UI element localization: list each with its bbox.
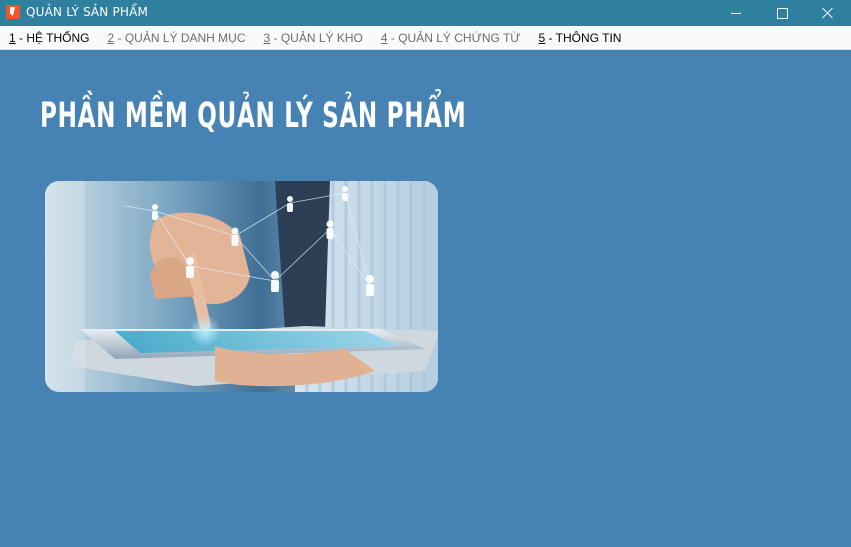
- page-heading: PHẦN MỀM QUẢN LÝ SẢN PHẨM: [40, 96, 467, 136]
- menu-quan-ly-danh-muc[interactable]: 2 - QUẢN LÝ DANH MỤC: [98, 31, 254, 45]
- menu-bar: 1 - HỆ THỐNG 2 - QUẢN LÝ DANH MỤC 3 - QU…: [0, 26, 851, 50]
- menu-label: - QUẢN LÝ KHO: [270, 30, 363, 45]
- menu-label: - QUẢN LÝ DANH MỤC: [114, 30, 246, 45]
- menu-quan-ly-kho[interactable]: 3 - QUẢN LÝ KHO: [255, 31, 372, 45]
- menu-label: - HỆ THỐNG: [15, 30, 90, 45]
- menu-label: - THÔNG TIN: [545, 30, 622, 45]
- menu-thong-tin[interactable]: 5 - THÔNG TIN: [530, 31, 631, 45]
- title-bar[interactable]: QUẢN LÝ SẢN PHẨM: [0, 0, 851, 26]
- menu-he-thong[interactable]: 1 - HỆ THỐNG: [0, 31, 98, 45]
- hero-image: [45, 181, 438, 392]
- minimize-button[interactable]: [713, 0, 759, 26]
- hero-illustration: [45, 181, 438, 392]
- maximize-icon: [776, 7, 788, 19]
- window-title: QUẢN LÝ SẢN PHẨM: [26, 5, 149, 19]
- maximize-button[interactable]: [759, 0, 805, 26]
- menu-mnemonic: 4: [380, 30, 388, 45]
- app-logo-icon: [6, 5, 20, 19]
- minimize-icon: [731, 12, 741, 14]
- close-button[interactable]: [805, 0, 851, 26]
- close-icon: [822, 7, 834, 19]
- menu-mnemonic: 1: [9, 30, 16, 45]
- app-window: QUẢN LÝ SẢN PHẨM 1 - HỆ THỐNG 2 - QUẢN L…: [0, 0, 851, 547]
- menu-quan-ly-chung-tu[interactable]: 4 - QUẢN LÝ CHỨNG TỪ: [372, 31, 530, 45]
- menu-label: - QUẢN LÝ CHỨNG TỪ: [387, 30, 521, 45]
